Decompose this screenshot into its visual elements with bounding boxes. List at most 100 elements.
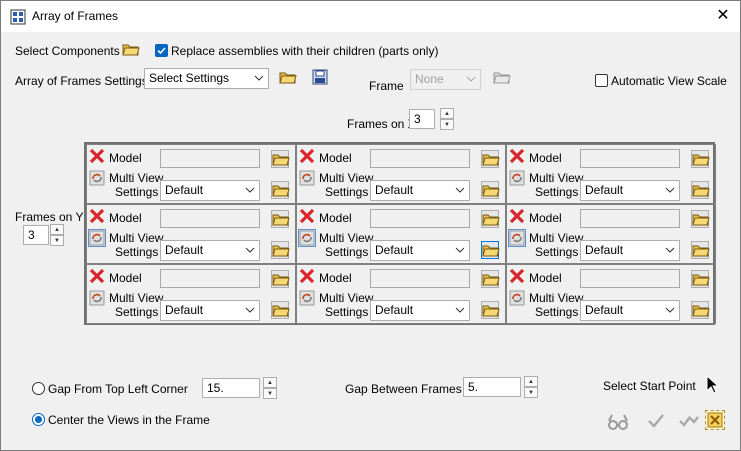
settings-browse-folder-icon[interactable] [691,181,710,199]
gap-between-frames-spinner[interactable]: ▲ ▼ [524,376,538,398]
model-input[interactable] [580,149,680,168]
model-input[interactable] [160,269,260,288]
spin-up-icon[interactable]: ▲ [524,376,538,387]
multi-view-settings-select[interactable]: Default [580,300,680,321]
frame-select[interactable]: None [410,69,481,90]
remove-model-icon[interactable] [508,267,526,285]
remove-model-icon[interactable] [88,147,106,165]
multi-view-settings-select[interactable]: Default [160,300,260,321]
apply-check-icon[interactable] [679,411,699,429]
multi-view-settings-value: Default [165,303,204,317]
chevron-down-icon [665,247,675,253]
window-title: Array of Frames [32,9,119,23]
spin-up-icon[interactable]: ▲ [440,108,454,119]
settings-browse-folder-icon[interactable] [481,181,500,199]
gap-between-frames-input[interactable]: 5. [463,377,521,397]
remove-model-icon[interactable] [508,147,526,165]
multi-view-label: Multi View [319,231,374,245]
model-input[interactable] [580,209,680,228]
close-icon[interactable]: ✕ [714,7,732,25]
refresh-view-icon[interactable] [88,229,106,247]
multi-view-settings-select[interactable]: Default [370,300,470,321]
model-browse-folder-icon[interactable] [271,270,290,288]
settings-browse-folder-icon[interactable] [271,241,290,259]
select-components-folder-icon[interactable] [122,41,140,57]
refresh-view-icon[interactable] [508,169,526,187]
model-browse-folder-icon[interactable] [691,150,710,168]
automatic-view-scale-checkbox[interactable] [595,74,608,87]
refresh-view-icon[interactable] [88,169,106,187]
model-browse-folder-icon[interactable] [481,270,500,288]
gap-top-left-input[interactable]: 15. [202,378,260,398]
settings-browse-folder-icon[interactable] [691,241,710,259]
model-browse-folder-icon[interactable] [481,150,500,168]
gap-top-left-radio[interactable] [32,382,45,395]
settings-browse-folder-icon[interactable] [271,301,290,319]
remove-model-icon[interactable] [88,207,106,225]
refresh-view-icon[interactable] [298,229,316,247]
frame-label: Frame [369,79,404,93]
settings-browse-folder-icon[interactable] [271,181,290,199]
model-browse-folder-icon[interactable] [691,210,710,228]
model-input[interactable] [370,149,470,168]
spin-down-icon[interactable]: ▼ [50,235,64,246]
exit-icon[interactable] [705,410,725,430]
model-input[interactable] [370,209,470,228]
model-browse-folder-icon[interactable] [691,270,710,288]
array-settings-select[interactable]: Select Settings [144,68,269,89]
model-input[interactable] [370,269,470,288]
save-settings-icon[interactable] [312,69,330,85]
remove-model-icon[interactable] [88,267,106,285]
refresh-view-icon[interactable] [88,289,106,307]
remove-model-icon[interactable] [298,147,316,165]
multi-view-settings-select[interactable]: Default [160,240,260,261]
chevron-down-icon [455,307,465,313]
multi-view-settings-value: Default [165,183,204,197]
gap-top-left-spinner[interactable]: ▲ ▼ [263,377,277,399]
frames-on-x-spinner[interactable]: ▲ ▼ [440,108,454,130]
multi-view-settings-value: Default [375,183,414,197]
array-settings-value: Select Settings [149,71,230,85]
ok-check-icon[interactable] [647,413,665,429]
frame-value: None [415,72,444,86]
spin-up-icon[interactable]: ▲ [50,224,64,235]
preview-glasses-icon[interactable] [608,413,628,431]
multi-view-settings-select[interactable]: Default [160,180,260,201]
model-browse-folder-icon[interactable] [271,150,290,168]
refresh-view-icon[interactable] [508,289,526,307]
remove-model-icon[interactable] [298,207,316,225]
frames-on-y-input[interactable]: 3 [23,225,49,245]
settings-label: Settings [535,305,579,319]
spin-down-icon[interactable]: ▼ [263,388,277,399]
multi-view-settings-select[interactable]: Default [580,240,680,261]
chevron-down-icon [245,187,255,193]
multi-view-settings-select[interactable]: Default [370,240,470,261]
spin-down-icon[interactable]: ▼ [440,119,454,130]
spin-up-icon[interactable]: ▲ [263,377,277,388]
spin-down-icon[interactable]: ▼ [524,387,538,398]
replace-assemblies-checkbox[interactable] [155,44,168,57]
frame-folder-icon[interactable] [493,69,511,85]
refresh-view-icon[interactable] [298,169,316,187]
center-views-radio[interactable] [32,413,45,426]
settings-open-folder-icon[interactable] [279,69,297,85]
settings-browse-folder-icon[interactable] [691,301,710,319]
model-browse-folder-icon[interactable] [271,210,290,228]
settings-browse-folder-icon[interactable] [481,301,500,319]
settings-browse-folder-icon[interactable] [481,241,500,259]
refresh-view-icon[interactable] [298,289,316,307]
refresh-view-icon[interactable] [508,229,526,247]
model-browse-folder-icon[interactable] [481,210,500,228]
multi-view-settings-select[interactable]: Default [580,180,680,201]
settings-label: Settings [535,185,579,199]
frames-on-y-spinner[interactable]: ▲ ▼ [50,224,64,246]
model-label: Model [109,271,142,285]
remove-model-icon[interactable] [298,267,316,285]
model-input[interactable] [160,149,260,168]
remove-model-icon[interactable] [508,207,526,225]
gap-top-left-label: Gap From Top Left Corner [48,382,188,396]
model-input[interactable] [160,209,260,228]
frames-on-x-input[interactable]: 3 [409,109,435,129]
model-input[interactable] [580,269,680,288]
multi-view-settings-select[interactable]: Default [370,180,470,201]
